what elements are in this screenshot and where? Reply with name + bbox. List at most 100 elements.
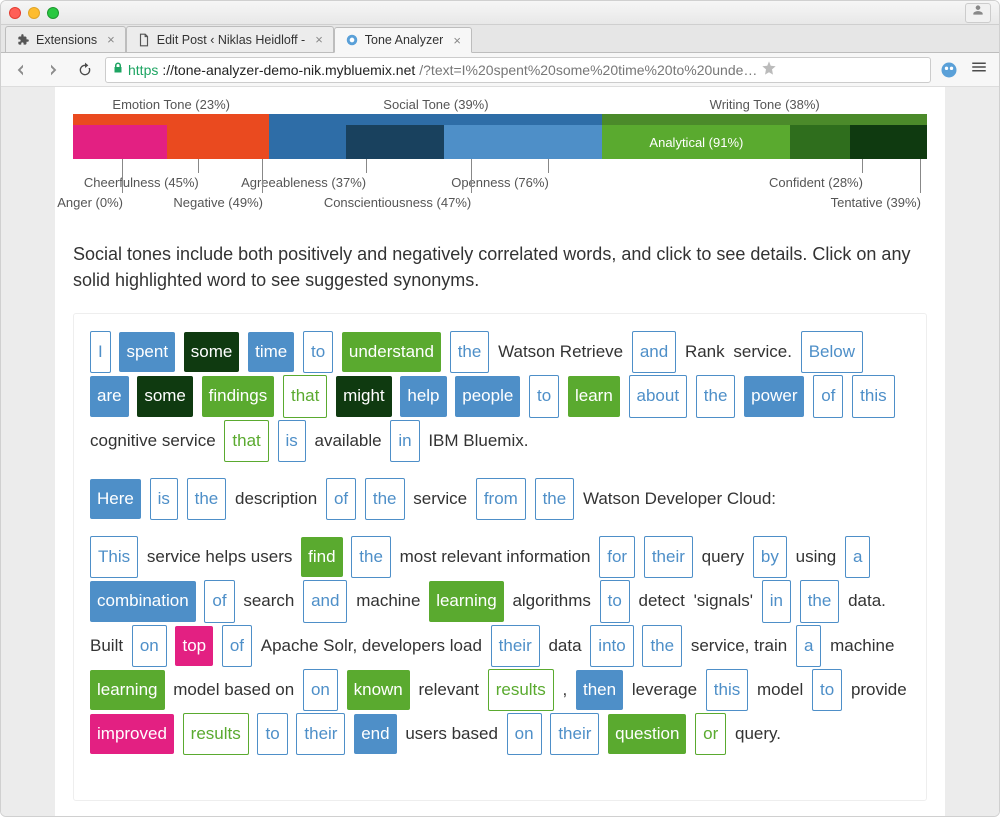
word[interactable]: results [183, 713, 249, 755]
seg-confident[interactable] [790, 125, 850, 159]
word[interactable]: top [175, 626, 213, 666]
word[interactable]: understand [342, 332, 441, 372]
seg-agreeableness[interactable] [269, 125, 346, 159]
address-bar[interactable]: https://tone-analyzer-demo-nik.mybluemix… [105, 57, 931, 83]
word[interactable]: some [184, 332, 240, 372]
word[interactable]: their [296, 713, 345, 755]
word[interactable]: the [450, 331, 490, 373]
tab-extensions[interactable]: Extensions × [5, 26, 126, 52]
word[interactable]: spent [119, 332, 175, 372]
word[interactable]: Here [90, 479, 141, 519]
word[interactable]: in [762, 580, 791, 622]
word[interactable]: from [476, 478, 526, 520]
word[interactable]: or [695, 713, 726, 755]
word[interactable]: the [187, 478, 227, 520]
seg-cheerfulness[interactable] [73, 125, 167, 159]
close-tab-icon[interactable]: × [315, 32, 323, 47]
maximize-window-button[interactable] [47, 7, 59, 19]
word[interactable]: their [491, 625, 540, 667]
seg-analytical[interactable]: Analytical (91%) [602, 125, 790, 159]
word[interactable]: results [488, 669, 554, 711]
word[interactable]: power [744, 376, 804, 416]
word[interactable]: the [642, 625, 682, 667]
seg-tentative[interactable] [850, 125, 927, 159]
word[interactable]: by [753, 536, 787, 578]
word[interactable]: on [303, 669, 338, 711]
word[interactable]: known [347, 670, 410, 710]
word[interactable]: of [204, 580, 234, 622]
word[interactable]: This [90, 536, 138, 578]
word[interactable]: their [550, 713, 599, 755]
word[interactable]: people [455, 376, 520, 416]
emotion-bar[interactable] [73, 114, 269, 125]
word[interactable]: that [283, 375, 327, 417]
word[interactable]: the [800, 580, 840, 622]
menu-button[interactable] [967, 58, 991, 82]
word[interactable]: their [644, 536, 693, 578]
word[interactable]: to [600, 580, 630, 622]
word[interactable]: then [576, 670, 623, 710]
word[interactable]: time [248, 332, 294, 372]
word[interactable]: to [303, 331, 333, 373]
word[interactable]: some [137, 376, 193, 416]
word[interactable]: on [507, 713, 542, 755]
word[interactable]: this [706, 669, 748, 711]
word[interactable]: is [150, 478, 178, 520]
word[interactable]: the [365, 478, 405, 520]
seg-openness[interactable] [444, 125, 602, 159]
seg-negative[interactable] [167, 125, 269, 159]
word[interactable]: is [278, 420, 306, 462]
word[interactable]: end [354, 714, 396, 754]
word-plain: detect [637, 591, 687, 610]
word[interactable]: improved [90, 714, 174, 754]
word[interactable]: for [599, 536, 635, 578]
close-window-button[interactable] [9, 7, 21, 19]
seg-conscientiousness[interactable] [346, 125, 444, 159]
word[interactable]: findings [202, 376, 275, 416]
forward-button[interactable] [41, 58, 65, 82]
minimize-window-button[interactable] [28, 7, 40, 19]
word[interactable]: might [336, 376, 392, 416]
word[interactable]: combination [90, 581, 196, 621]
word-plain: search [241, 591, 296, 610]
word[interactable]: question [608, 714, 686, 754]
word[interactable]: find [301, 537, 342, 577]
word[interactable]: help [400, 376, 446, 416]
word[interactable]: a [796, 625, 821, 667]
writing-bar[interactable] [602, 114, 927, 125]
word[interactable]: the [351, 536, 391, 578]
tab-tone-analyzer[interactable]: Tone Analyzer × [334, 27, 472, 53]
word[interactable]: and [303, 580, 347, 622]
reload-button[interactable] [73, 58, 97, 82]
word[interactable]: to [529, 375, 559, 417]
word[interactable]: the [696, 375, 736, 417]
word[interactable]: the [535, 478, 575, 520]
word[interactable]: of [222, 625, 252, 667]
word[interactable]: into [590, 625, 633, 667]
word[interactable]: learning [90, 670, 165, 710]
word[interactable]: about [629, 375, 688, 417]
social-bar[interactable] [269, 114, 602, 125]
word[interactable]: of [326, 478, 356, 520]
word[interactable]: on [132, 625, 167, 667]
word[interactable]: Below [801, 331, 863, 373]
word[interactable]: learning [429, 581, 504, 621]
word[interactable]: to [812, 669, 842, 711]
close-tab-icon[interactable]: × [107, 32, 115, 47]
extension-icon[interactable] [939, 60, 959, 80]
word[interactable]: to [257, 713, 287, 755]
word[interactable]: this [852, 375, 894, 417]
word[interactable]: are [90, 376, 129, 416]
bookmark-star-icon[interactable] [761, 60, 777, 79]
word[interactable]: in [390, 420, 419, 462]
word[interactable]: a [845, 536, 870, 578]
word[interactable]: learn [568, 376, 620, 416]
back-button[interactable] [9, 58, 33, 82]
close-tab-icon[interactable]: × [453, 33, 461, 48]
profile-avatar-button[interactable] [965, 3, 991, 23]
word[interactable]: and [632, 331, 676, 373]
tab-edit-post[interactable]: Edit Post ‹ Niklas Heidloff - × [126, 26, 334, 52]
word[interactable]: of [813, 375, 843, 417]
word[interactable]: that [224, 420, 268, 462]
word[interactable]: I [90, 331, 111, 373]
